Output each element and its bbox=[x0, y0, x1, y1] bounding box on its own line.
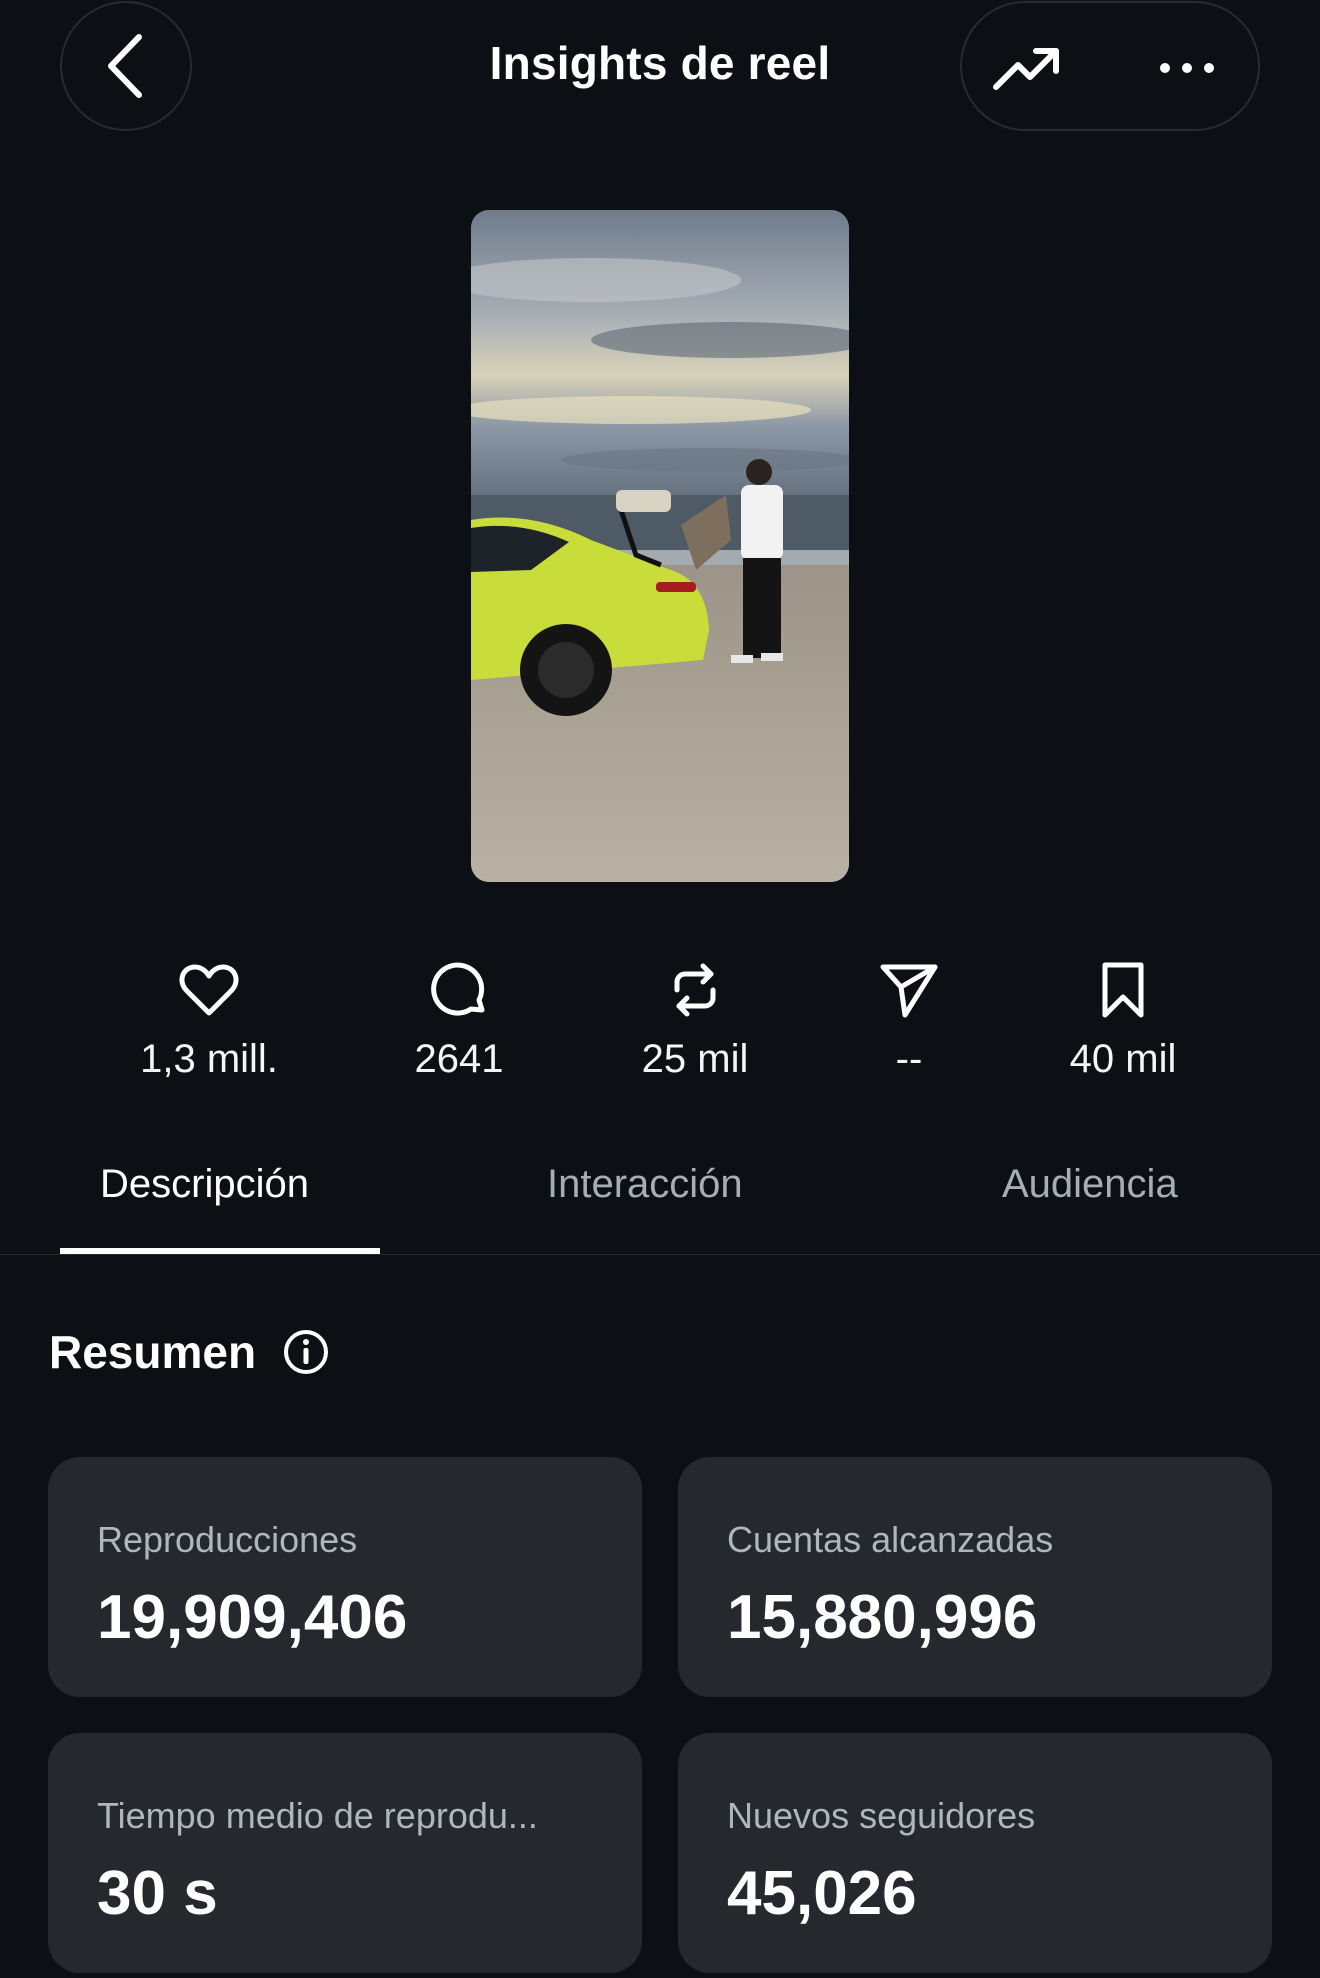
metric-card-cuentas-alcanzadas[interactable]: Cuentas alcanzadas 15,880,996 bbox=[678, 1457, 1272, 1697]
tab-audiencia[interactable]: Audiencia bbox=[1002, 1162, 1178, 1207]
tab-descripcion[interactable]: Descripción bbox=[100, 1162, 309, 1207]
stat-saves: 40 mil bbox=[1003, 955, 1243, 1095]
share-icon bbox=[880, 964, 938, 1018]
more-options-button[interactable] bbox=[1152, 33, 1222, 103]
tab-interaccion[interactable]: Interacción bbox=[547, 1162, 743, 1207]
metric-value: 15,880,996 bbox=[727, 1583, 1038, 1652]
metric-label: Reproducciones bbox=[97, 1519, 358, 1560]
metric-label: Tiempo medio de reprodu... bbox=[97, 1795, 538, 1836]
bookmark-icon bbox=[1102, 962, 1144, 1018]
repost-icon bbox=[674, 963, 716, 1017]
stat-reposts: 25 mil bbox=[575, 955, 815, 1095]
metric-card-tiempo-medio[interactable]: Tiempo medio de reprodu... 30 s bbox=[48, 1733, 642, 1973]
likes-count: 1,3 mill. bbox=[140, 1037, 278, 1081]
stat-shares: -- bbox=[789, 955, 1029, 1095]
active-tab-indicator bbox=[60, 1248, 380, 1254]
metric-label: Nuevos seguidores bbox=[727, 1795, 1036, 1836]
comment-icon bbox=[431, 962, 485, 1016]
saves-count: 40 mil bbox=[1069, 1037, 1177, 1081]
trend-button[interactable] bbox=[992, 33, 1062, 103]
summary-title: Resumen bbox=[49, 1326, 257, 1378]
reel-thumbnail[interactable] bbox=[471, 210, 849, 882]
more-horizontal-icon bbox=[1160, 63, 1214, 73]
comments-count: 2641 bbox=[414, 1037, 504, 1081]
metric-value: 19,909,406 bbox=[97, 1583, 408, 1652]
metric-card-reproducciones[interactable]: Reproducciones 19,909,406 bbox=[48, 1457, 642, 1697]
stat-likes: 1,3 mill. bbox=[89, 955, 329, 1095]
metric-value: 45,026 bbox=[727, 1859, 917, 1928]
metric-card-nuevos-seguidores[interactable]: Nuevos seguidores 45,026 bbox=[678, 1733, 1272, 1973]
metric-label: Cuentas alcanzadas bbox=[727, 1519, 1054, 1560]
reposts-count: 25 mil bbox=[641, 1037, 749, 1081]
trending-up-icon bbox=[993, 48, 1059, 90]
insights-tabs: Descripción Interacción Audiencia bbox=[0, 1150, 1320, 1255]
info-icon[interactable] bbox=[282, 1328, 330, 1376]
reel-insights-screen: Insights de reel 1,3 mill. 2641 25 mil -… bbox=[0, 0, 1320, 1978]
engagement-stats: 1,3 mill. 2641 25 mil -- 40 mil bbox=[0, 955, 1320, 1095]
header-actions bbox=[960, 1, 1260, 131]
summary-header: Resumen bbox=[49, 1325, 330, 1379]
heart-icon bbox=[179, 964, 239, 1016]
shares-count: -- bbox=[895, 1037, 923, 1081]
metric-value: 30 s bbox=[97, 1859, 218, 1928]
stat-comments: 2641 bbox=[339, 955, 579, 1095]
reel-thumbnail-image bbox=[471, 210, 849, 882]
